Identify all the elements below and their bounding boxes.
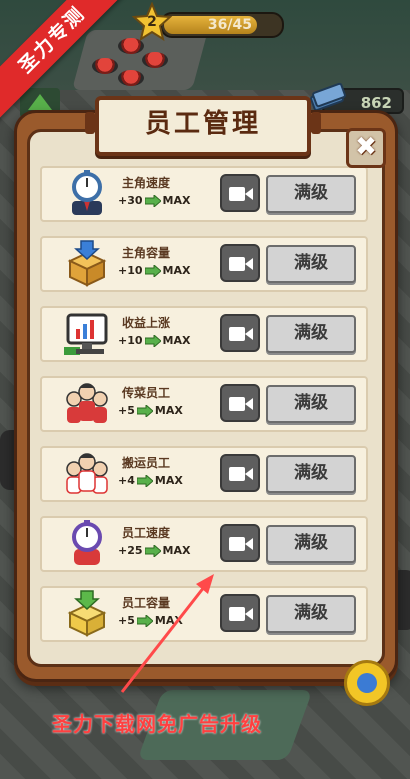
max-label: MAX <box>162 264 191 277</box>
upgrade-value: +5 MAX <box>118 614 183 627</box>
level-progress-bar: 36/45 <box>160 12 284 38</box>
upgrade-name: 传菜员工 <box>122 386 171 400</box>
max-level-button[interactable]: 满级 <box>266 245 356 283</box>
close-x-icon: ✖ <box>355 132 377 162</box>
dialog-title-plate: 员工管理 <box>85 96 321 156</box>
waiter-staff-icon <box>62 379 112 427</box>
upgrade-value: +30 MAX <box>118 194 190 207</box>
max-level-button[interactable]: 满级 <box>266 315 356 353</box>
close-button[interactable]: ✖ <box>346 128 386 168</box>
upgrade-row: 传菜员工 +5 MAX 满级 <box>40 376 368 432</box>
level-progress-text: 36/45 <box>207 17 252 33</box>
food-plate <box>92 58 118 74</box>
upgrade-name: 员工速度 <box>122 526 171 540</box>
max-level-button[interactable]: 满级 <box>266 175 356 213</box>
watch-video-button[interactable] <box>220 244 260 282</box>
video-camera-icon <box>229 187 253 201</box>
upgrade-name: 员工容量 <box>122 596 171 610</box>
current-level: +10 <box>118 264 143 277</box>
watch-video-button[interactable] <box>220 594 260 632</box>
staff-capacity-icon <box>62 589 112 637</box>
video-camera-icon <box>229 257 253 271</box>
green-arrow-icon <box>136 614 153 627</box>
porter-staff-icon <box>62 449 112 497</box>
upgrade-value: +4 MAX <box>118 474 183 487</box>
max-label: MAX <box>162 194 191 207</box>
current-level: +25 <box>118 544 143 557</box>
upgrade-row: 主角速度 +30 MAX 满级 <box>40 166 368 222</box>
income-monitor-icon <box>62 309 112 357</box>
upgrade-name: 主角容量 <box>122 246 171 260</box>
stopwatch-manager-icon <box>62 169 112 217</box>
cash-stack-icon <box>310 82 346 112</box>
max-label: MAX <box>154 614 183 627</box>
green-arrow-icon <box>144 264 161 277</box>
green-arrow-icon <box>144 544 161 557</box>
upgrade-row: 员工容量 +5 MAX 满级 <box>40 586 368 642</box>
current-level: +5 <box>118 614 135 627</box>
green-arrow-icon <box>144 334 161 347</box>
upgrade-name: 主角速度 <box>122 176 171 190</box>
level-number: 2 <box>147 14 157 30</box>
annotation-text: 圣力下载网免广告升级 <box>52 712 262 736</box>
upgrade-row: 搬运员工 +4 MAX 满级 <box>40 446 368 502</box>
video-camera-icon <box>229 467 253 481</box>
max-level-button[interactable]: 满级 <box>266 595 356 633</box>
upgrade-row: 主角容量 +10 MAX 满级 <box>40 236 368 292</box>
green-arrow-icon <box>144 194 161 207</box>
max-label: MAX <box>162 544 191 557</box>
upgrade-value: +25 MAX <box>118 544 190 557</box>
level-star-badge: 2 <box>132 2 172 42</box>
upgrade-row: 员工速度 +25 MAX 满级 <box>40 516 368 572</box>
max-label: MAX <box>154 474 183 487</box>
watch-video-button[interactable] <box>220 314 260 352</box>
green-arrow-icon <box>136 474 153 487</box>
upgrade-value: +10 MAX <box>118 334 190 347</box>
food-plate <box>118 70 144 86</box>
staff-speed-icon <box>62 519 112 567</box>
upgrade-value: +5 MAX <box>118 404 183 417</box>
max-level-button[interactable]: 满级 <box>266 385 356 423</box>
upgrade-name: 收益上涨 <box>122 316 171 330</box>
box-capacity-icon <box>62 239 112 287</box>
max-level-button[interactable]: 满级 <box>266 525 356 563</box>
compass-icon[interactable] <box>344 660 390 706</box>
video-camera-icon <box>229 607 253 621</box>
food-plate <box>142 52 168 68</box>
video-camera-icon <box>229 537 253 551</box>
watch-video-button[interactable] <box>220 454 260 492</box>
video-camera-icon <box>229 397 253 411</box>
video-camera-icon <box>229 327 253 341</box>
dialog-title: 员工管理 <box>144 109 261 139</box>
max-label: MAX <box>162 334 191 347</box>
watch-video-button[interactable] <box>220 174 260 212</box>
current-level: +30 <box>118 194 143 207</box>
watch-video-button[interactable] <box>220 524 260 562</box>
upgrade-value: +10 MAX <box>118 264 190 277</box>
max-label: MAX <box>154 404 183 417</box>
watch-video-button[interactable] <box>220 384 260 422</box>
upgrade-row: 收益上涨 +10 MAX 满级 <box>40 306 368 362</box>
green-arrow-icon <box>136 404 153 417</box>
current-level: +5 <box>118 404 135 417</box>
max-level-button[interactable]: 满级 <box>266 455 356 493</box>
current-level: +4 <box>118 474 135 487</box>
upgrade-name: 搬运员工 <box>122 456 171 470</box>
current-level: +10 <box>118 334 143 347</box>
